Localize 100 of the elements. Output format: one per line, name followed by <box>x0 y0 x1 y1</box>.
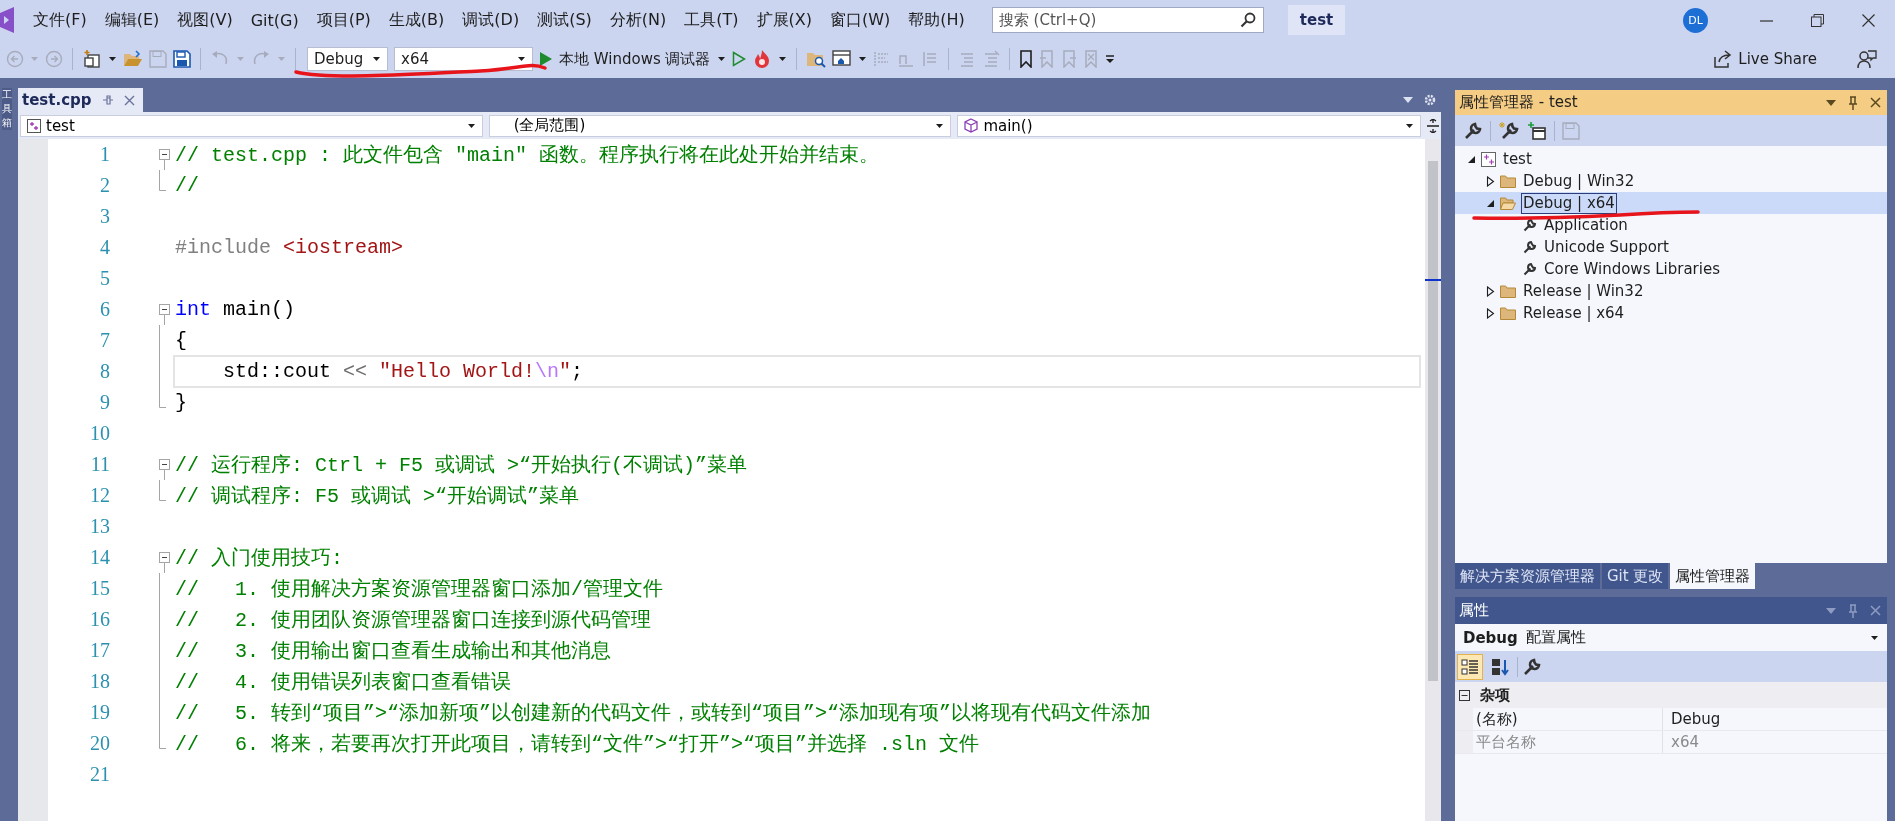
configuration-dropdown[interactable]: Debug <box>307 47 388 71</box>
search-icon[interactable] <box>1239 12 1256 28</box>
platform-dropdown[interactable]: x64 <box>394 47 533 71</box>
code-line: { <box>174 328 188 354</box>
collapsed-arrow-icon[interactable] <box>1486 175 1495 187</box>
toolbox-tab[interactable]: 工具箱 <box>2 88 12 130</box>
tree-item[interactable]: Release | Win32 <box>1455 280 1887 302</box>
menu-item[interactable]: Git(G) <box>241 7 308 33</box>
menu-item[interactable]: 扩展(X) <box>747 6 821 34</box>
tree-item[interactable]: Unicode Support <box>1455 236 1887 258</box>
code-line: // test.cpp : 此文件包含 "main" 函数。程序执行将在此处开始并结束。 <box>174 143 881 169</box>
menu-item[interactable]: 帮助(H) <box>899 6 974 34</box>
caret-icon[interactable] <box>108 56 117 62</box>
categorized-view-button[interactable] <box>1457 653 1483 680</box>
menu-item[interactable]: 视图(V) <box>168 6 242 34</box>
dropdown-icon[interactable] <box>1826 99 1836 106</box>
caret-icon[interactable] <box>1405 122 1414 129</box>
open-folder-icon <box>1500 196 1516 210</box>
code-line: // <box>174 173 200 199</box>
code-line: // 1. 使用解决方案资源管理器窗口添加/管理文件 <box>174 577 665 603</box>
fold-toggle[interactable] <box>159 304 170 325</box>
fold-toggle[interactable] <box>159 459 170 480</box>
start-without-debugging-icon[interactable] <box>731 51 746 67</box>
line-number: 6 <box>99 298 110 321</box>
line-number: 16 <box>89 608 110 631</box>
tree-item[interactable]: Debug | x64 <box>1455 192 1887 214</box>
live-share-button[interactable]: Live Share <box>1712 49 1817 69</box>
caret-icon[interactable] <box>372 56 381 62</box>
new-project-icon[interactable] <box>82 49 102 69</box>
app-logo-icon[interactable] <box>0 7 14 33</box>
add-sheet-icon[interactable] <box>1527 120 1547 141</box>
bookmark-icon[interactable] <box>1018 50 1033 68</box>
panel-tab[interactable]: 属性管理器 <box>1670 563 1756 589</box>
line-number: 2 <box>99 174 110 197</box>
expanded-arrow-icon[interactable] <box>1486 198 1495 208</box>
split-icon[interactable] <box>1427 118 1439 133</box>
object-selector[interactable]: Debug 配置属性 <box>1455 624 1887 651</box>
caret-icon[interactable] <box>857 56 867 62</box>
dropdown-icon[interactable] <box>1826 607 1836 614</box>
tree-item[interactable]: Application <box>1455 214 1887 236</box>
line-number: 12 <box>89 484 110 507</box>
menu-item[interactable]: 调试(D) <box>453 6 529 34</box>
menu-item[interactable]: 生成(B) <box>379 6 454 34</box>
caret-icon[interactable] <box>466 122 476 129</box>
code-line: // 4. 使用错误列表窗口查看错误 <box>174 670 512 696</box>
panel-tab[interactable]: Git 更改 <box>1602 563 1669 589</box>
menu-item[interactable]: 窗口(W) <box>820 6 900 34</box>
save-all-icon[interactable] <box>173 50 191 68</box>
wrench-icon[interactable] <box>1522 656 1542 677</box>
panel-tab[interactable]: 解决方案资源管理器 <box>1455 563 1600 589</box>
tab-list-icon[interactable] <box>1403 97 1413 103</box>
menu-item[interactable]: 工具(T) <box>675 6 748 34</box>
code-line: #include <iostream> <box>174 235 405 261</box>
tree-item[interactable]: Debug | Win32 <box>1455 170 1887 192</box>
scrollbar[interactable] <box>1425 139 1441 821</box>
feedback-icon[interactable] <box>1857 49 1877 69</box>
pin-icon[interactable] <box>1848 603 1858 618</box>
collapsed-arrow-icon[interactable] <box>1486 307 1495 319</box>
line-number: 11 <box>89 453 110 476</box>
menu-item[interactable]: 项目(P) <box>307 6 380 34</box>
scope-dropdown[interactable]: (全局范围) <box>488 114 952 137</box>
collapse-icon[interactable] <box>1459 689 1470 701</box>
caret-icon[interactable] <box>517 56 526 62</box>
caret-icon[interactable] <box>935 122 945 129</box>
tree-item[interactable]: test <box>1455 148 1887 170</box>
line-number: 9 <box>99 391 110 414</box>
caret-icon[interactable] <box>777 56 787 62</box>
member-dropdown[interactable]: main() <box>957 114 1421 137</box>
tree-item[interactable]: Release | x64 <box>1455 302 1887 324</box>
window-icon[interactable] <box>831 50 852 68</box>
restore-icon[interactable] <box>1811 13 1824 27</box>
caret-icon[interactable] <box>1870 634 1879 641</box>
run-button[interactable]: 本地 Windows 调试器 <box>539 49 726 69</box>
menu-item[interactable]: 文件(F) <box>24 6 96 34</box>
search-field[interactable]: 搜索 (Ctrl+Q) <box>991 7 1264 33</box>
caret-icon[interactable] <box>716 56 726 62</box>
wrench-sparkle-icon[interactable] <box>1498 120 1520 141</box>
close-icon[interactable] <box>1862 13 1875 27</box>
tree-item[interactable]: Core Windows Libraries <box>1455 258 1887 280</box>
close-icon[interactable] <box>123 94 135 106</box>
property-value[interactable]: Debug <box>1663 708 1887 730</box>
folder-search-icon[interactable] <box>805 50 826 68</box>
menu-item[interactable]: 分析(N) <box>600 6 676 34</box>
expanded-arrow-icon[interactable] <box>1467 154 1476 164</box>
overflow-icon[interactable] <box>1104 53 1115 65</box>
fold-toggle[interactable] <box>159 149 170 170</box>
panel-title: 属性 <box>1459 601 1489 620</box>
menu-item[interactable]: 编辑(E) <box>95 6 169 34</box>
account-avatar[interactable]: DL <box>1683 7 1708 33</box>
wrench-icon[interactable] <box>1463 120 1483 141</box>
editor-tab[interactable]: test.cpp <box>18 88 143 112</box>
menu-item[interactable]: 测试(S) <box>528 6 601 34</box>
settings-icon[interactable] <box>1423 93 1437 107</box>
pin-icon[interactable] <box>1848 95 1858 110</box>
project-dropdown[interactable]: test <box>20 114 483 137</box>
code-line: // 2. 使用团队资源管理器窗口连接到源代码管理 <box>174 608 652 634</box>
close-icon[interactable] <box>1870 97 1881 108</box>
fold-toggle[interactable] <box>159 552 170 573</box>
pin-icon[interactable] <box>101 94 114 106</box>
collapsed-arrow-icon[interactable] <box>1486 285 1495 297</box>
